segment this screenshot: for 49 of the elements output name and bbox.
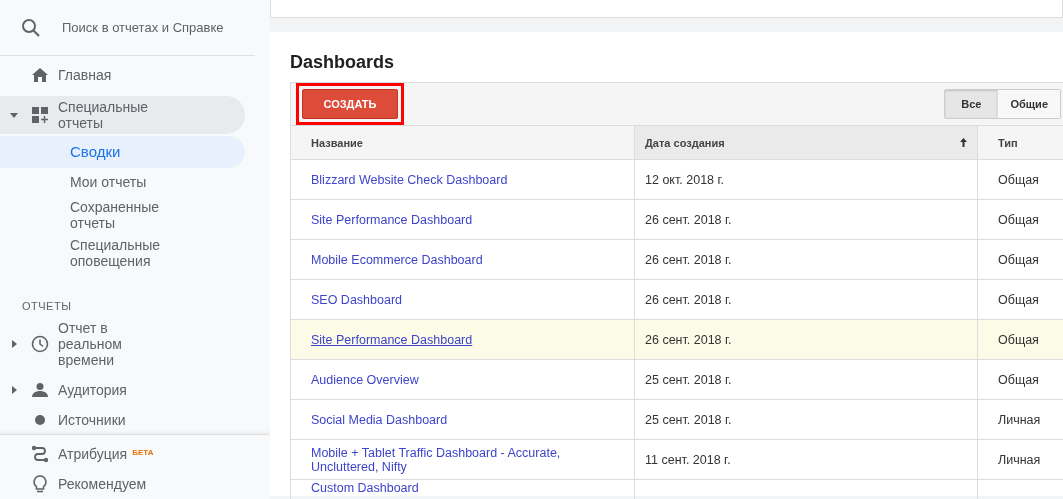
caret-icon[interactable]	[10, 386, 18, 394]
nav-subitem[interactable]: Мои отчеты	[0, 168, 245, 196]
dashboard-link[interactable]: Site Performance Dashboard	[311, 332, 473, 347]
date-cell: 26 сент. 2018 г.	[634, 199, 978, 240]
date-cell: 26 сент. 2018 г.	[634, 319, 978, 360]
page-title: Dashboards	[290, 52, 396, 73]
type-cell: Общая	[977, 319, 1063, 360]
dashboard-link[interactable]: Blizzard Website Check Dashboard	[311, 172, 508, 187]
create-button[interactable]: СОЗДАТЬ	[302, 89, 398, 119]
column-header[interactable]: Дата создания	[634, 126, 978, 160]
dashboard-link[interactable]: SEO Dashboard	[311, 292, 403, 307]
beta-label: БЕТА	[132, 448, 154, 457]
date-cell: 26 сент. 2018 г.	[634, 279, 978, 320]
lightbulb-icon	[33, 475, 47, 493]
nav-subitem[interactable]: Сводки	[0, 136, 245, 168]
section-heading: ОТЧЕТЫ	[21, 299, 73, 314]
date-cell: 25 сент. 2018 г.	[634, 399, 978, 440]
nav-label[interactable]: Главная	[58, 67, 112, 83]
caret-icon[interactable]	[10, 111, 18, 119]
column-header[interactable]: Тип	[977, 126, 1063, 160]
home-icon	[32, 68, 48, 82]
filter-tab[interactable]: Все	[945, 90, 998, 118]
path-icon	[31, 445, 49, 463]
dashboard-link[interactable]: Mobile + Tablet Traffic Dashboard - Accurate, Uncluttered, Nifty	[311, 445, 614, 474]
nav-label[interactable]: Отчет в реальном времени	[58, 320, 158, 368]
clock-icon	[31, 335, 49, 353]
dashboard-link[interactable]: Site Performance Dashboard	[311, 212, 473, 227]
nav-label[interactable]: Источники	[58, 412, 126, 428]
dashboard-link[interactable]: Mobile Ecommerce Dashboard	[311, 252, 483, 267]
dashboard-link[interactable]: Audience Overview	[311, 372, 419, 387]
date-cell: 11 сент. 2018 г.	[634, 439, 978, 480]
person-icon	[32, 383, 48, 397]
caret-icon[interactable]	[10, 340, 18, 348]
nav-label[interactable]: Рекомендуем	[58, 476, 147, 492]
date-cell: 12 окт. 2018 г.	[634, 159, 978, 200]
search-field[interactable]: Поиск в отчетах и Справке	[62, 20, 232, 35]
filter-tab[interactable]: Общие	[997, 90, 1060, 118]
date-cell: 26 сент. 2018 г.	[634, 239, 978, 280]
dashboard-link[interactable]: Social Media Dashboard	[311, 412, 448, 427]
date-cell: 25 сент. 2018 г.	[634, 359, 978, 400]
nav-subitem[interactable]: Специальные оповещения	[0, 234, 245, 272]
nav-label[interactable]: Аудитория	[58, 382, 127, 398]
sort-arrow-icon[interactable]	[960, 137, 967, 147]
nav-label[interactable]: Атрибуция	[58, 446, 128, 462]
nav-subitem[interactable]: Сохраненные отчеты	[0, 196, 245, 234]
dashboard-link[interactable]: Custom Dashboard	[311, 481, 419, 495]
search-icon[interactable]	[21, 17, 41, 38]
dashboard-grid-icon	[32, 107, 48, 123]
column-header[interactable]: Название	[290, 126, 635, 160]
